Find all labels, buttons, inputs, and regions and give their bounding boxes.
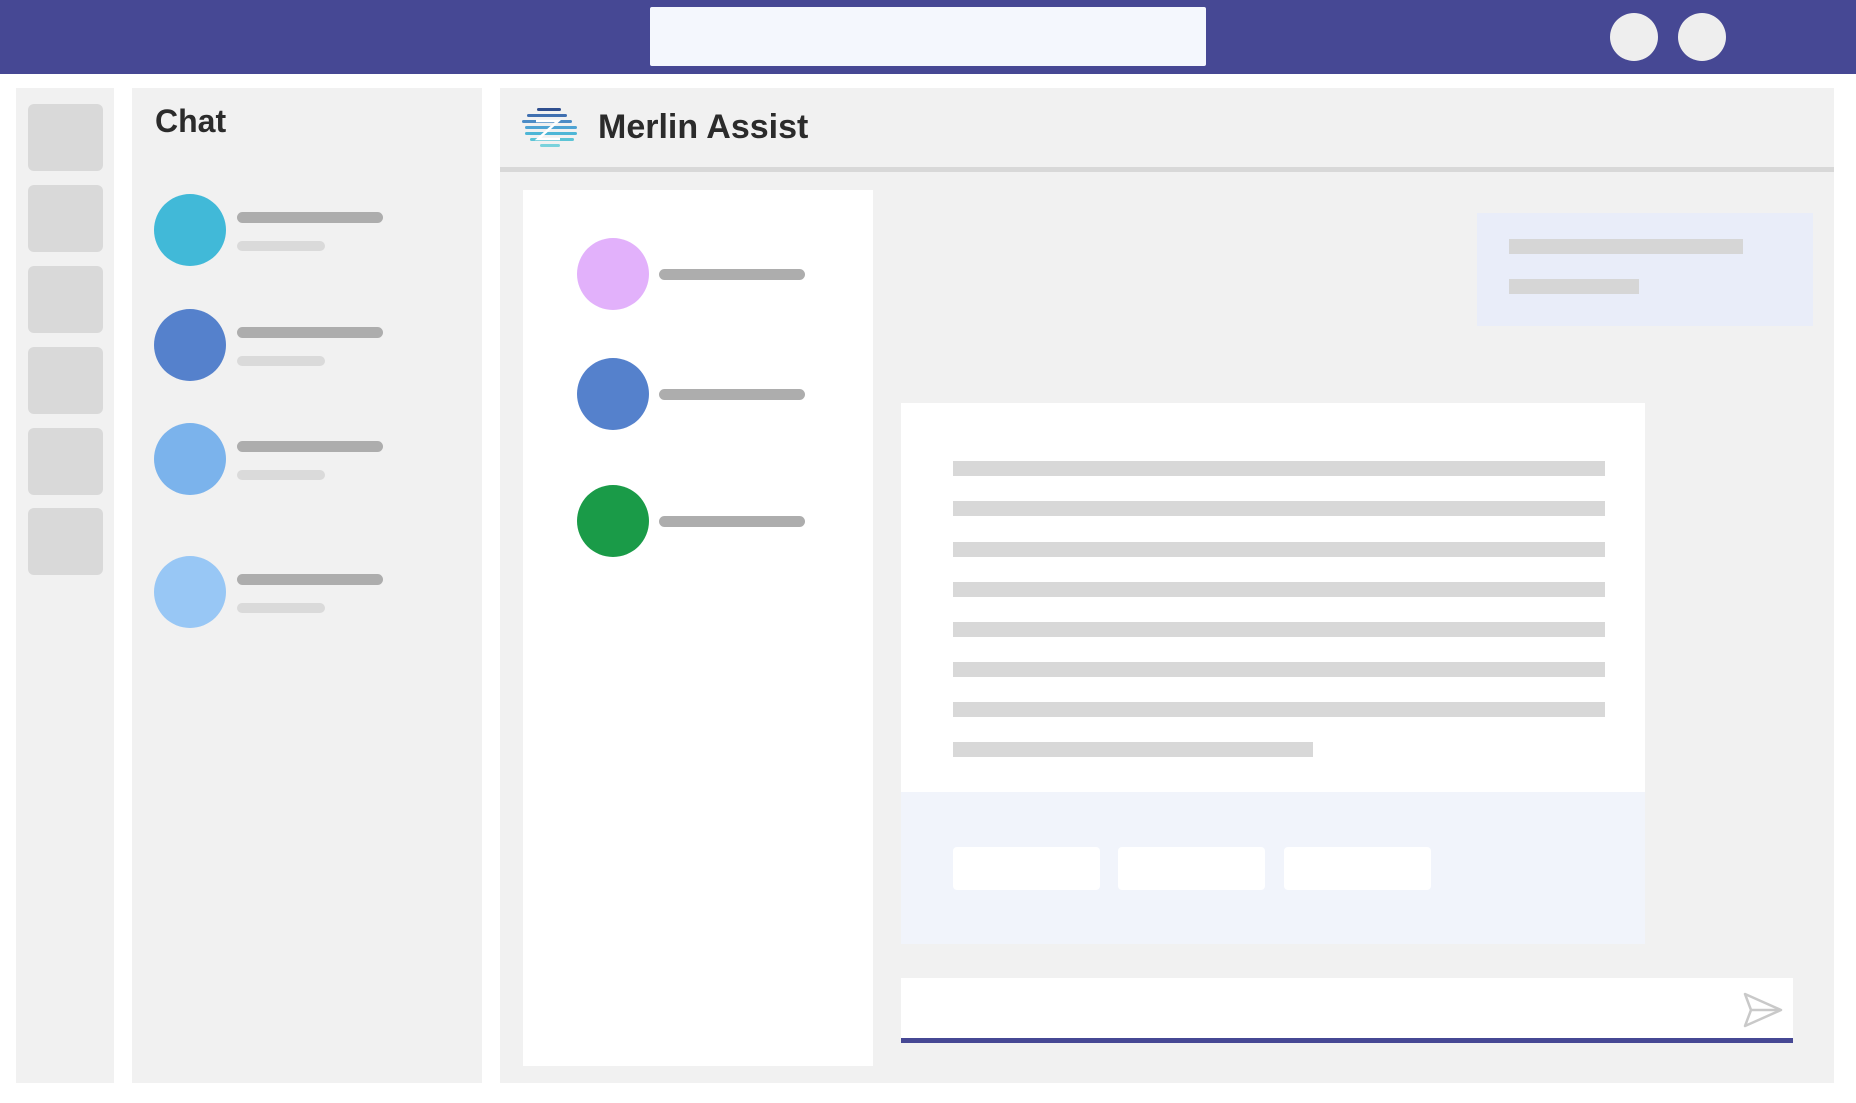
card-text-line	[953, 702, 1605, 717]
chat-list-item[interactable]	[154, 556, 454, 628]
chat-preview-placeholder	[237, 356, 325, 366]
card-text-line	[953, 542, 1605, 557]
chat-panel-title: Chat	[155, 103, 227, 139]
conversation-item[interactable]	[577, 485, 817, 557]
bot-response-card	[901, 403, 1645, 944]
user-message-bubble	[1477, 213, 1813, 326]
app-title: Merlin Assist	[598, 108, 809, 146]
avatar	[577, 485, 649, 557]
chat-name-placeholder	[237, 327, 383, 338]
avatar	[154, 423, 226, 495]
card-text-line	[953, 662, 1605, 677]
card-action-area	[901, 792, 1645, 944]
send-icon[interactable]	[1743, 992, 1783, 1028]
conversation-item[interactable]	[577, 238, 817, 310]
app-rail	[16, 88, 114, 1083]
card-text-line	[953, 742, 1313, 757]
message-line-placeholder	[1509, 239, 1743, 254]
avatar	[577, 358, 649, 430]
chat-name-placeholder	[237, 212, 383, 223]
chat-list-item[interactable]	[154, 309, 454, 381]
app-header: Merlin Assist	[500, 88, 1834, 172]
card-text-line	[953, 501, 1605, 516]
card-text-line	[953, 622, 1605, 637]
search-input[interactable]	[650, 7, 1206, 66]
rail-item[interactable]	[28, 104, 103, 171]
avatar	[154, 194, 226, 266]
conversation-name-placeholder	[659, 269, 805, 280]
message-input[interactable]	[901, 978, 1793, 1043]
rail-item[interactable]	[28, 347, 103, 414]
chat-name-placeholder	[237, 441, 383, 452]
conversation-name-placeholder	[659, 389, 805, 400]
top-bar	[0, 0, 1856, 74]
rail-item[interactable]	[28, 508, 103, 575]
chat-preview-placeholder	[237, 470, 325, 480]
merlin-logo-icon	[522, 108, 577, 147]
card-action-button[interactable]	[953, 847, 1100, 890]
card-action-button[interactable]	[1284, 847, 1431, 890]
rail-item[interactable]	[28, 428, 103, 495]
chat-name-placeholder	[237, 574, 383, 585]
header-divider	[500, 167, 1834, 172]
main-panel: Merlin Assist	[500, 88, 1834, 1083]
avatar	[154, 556, 226, 628]
chat-preview-placeholder	[237, 603, 325, 613]
avatar	[577, 238, 649, 310]
chat-preview-placeholder	[237, 241, 325, 251]
top-bar-button-2[interactable]	[1678, 13, 1726, 61]
conversation-name-placeholder	[659, 516, 805, 527]
chat-panel: Chat	[132, 88, 482, 1083]
card-text-line	[953, 461, 1605, 476]
top-bar-button-1[interactable]	[1610, 13, 1658, 61]
chat-list-item[interactable]	[154, 423, 454, 495]
card-action-button[interactable]	[1118, 847, 1265, 890]
avatar	[154, 309, 226, 381]
chat-list-item[interactable]	[154, 194, 454, 266]
message-line-placeholder	[1509, 279, 1639, 294]
card-text-line	[953, 582, 1605, 597]
rail-item[interactable]	[28, 266, 103, 333]
rail-item[interactable]	[28, 185, 103, 252]
conversation-item[interactable]	[577, 358, 817, 430]
conversation-list	[523, 190, 873, 1066]
